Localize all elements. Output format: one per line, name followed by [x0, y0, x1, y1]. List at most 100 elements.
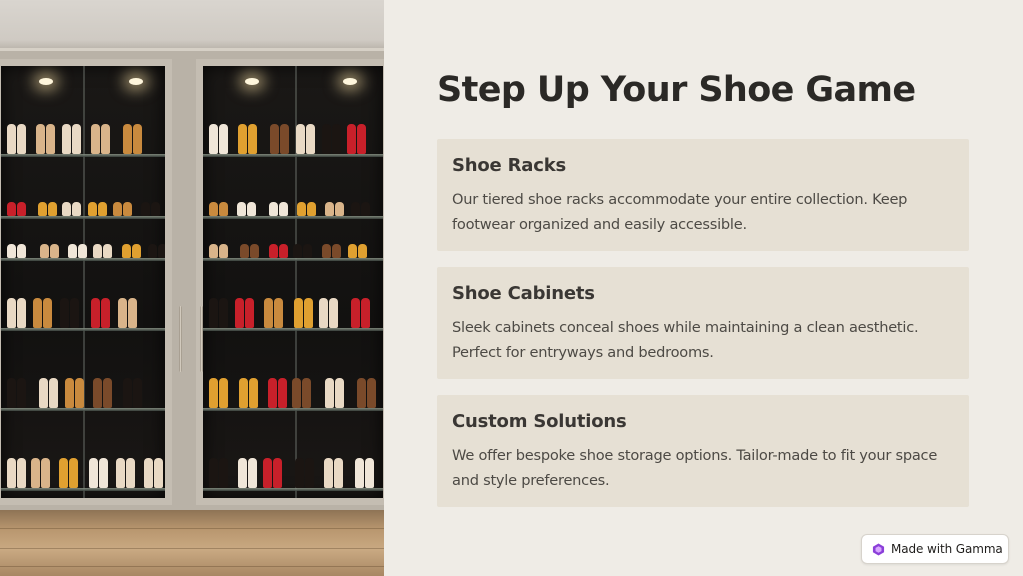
shoe: [319, 298, 328, 328]
shoe: [17, 298, 26, 328]
shoe: [78, 244, 87, 258]
shoe: [154, 458, 163, 488]
shoe: [118, 298, 127, 328]
ceiling-light: [39, 78, 53, 85]
shoe: [50, 244, 59, 258]
shoe: [264, 298, 273, 328]
ceiling-light: [129, 78, 143, 85]
shoe: [347, 124, 356, 154]
shoe: [17, 124, 26, 154]
shoe: [116, 458, 125, 488]
cabinet-door-right: [196, 59, 384, 505]
shoe: [75, 378, 84, 408]
shoe: [7, 298, 16, 328]
shoe: [280, 124, 289, 154]
shoe: [7, 202, 16, 216]
shoe: [351, 202, 360, 216]
shoe: [209, 202, 218, 216]
glass-shelf: [1, 408, 165, 411]
shoe: [361, 202, 370, 216]
card-custom-solutions: Custom Solutions We offer bespoke shoe s…: [437, 395, 969, 507]
shoe: [303, 244, 312, 258]
shoe: [68, 244, 77, 258]
shoe: [324, 458, 333, 488]
shoe: [335, 378, 344, 408]
shoe: [133, 378, 142, 408]
shoe: [7, 458, 16, 488]
shoe: [248, 458, 257, 488]
shoe: [278, 378, 287, 408]
door-handle-left: [179, 306, 182, 372]
shoe: [247, 202, 256, 216]
glass-shelf: [203, 328, 383, 331]
shoe: [219, 378, 228, 408]
shoe: [357, 378, 366, 408]
shoe: [332, 244, 341, 258]
made-with-gamma-badge[interactable]: Made with Gamma: [861, 534, 1009, 564]
glass-shelf: [203, 154, 383, 157]
glass-shelf: [203, 258, 383, 261]
shoe: [113, 202, 122, 216]
shoe: [91, 298, 100, 328]
shoe: [31, 458, 40, 488]
shoe: [268, 378, 277, 408]
shoe: [238, 124, 247, 154]
shoe: [123, 378, 132, 408]
card-title: Custom Solutions: [452, 411, 627, 432]
shoe: [38, 202, 47, 216]
shoe: [250, 244, 259, 258]
shoe: [158, 244, 165, 258]
shoe: [325, 378, 334, 408]
shoe: [279, 244, 288, 258]
cabinet-frame: [0, 48, 384, 510]
shoe: [72, 124, 81, 154]
shoe: [365, 458, 374, 488]
glass-shelf: [203, 488, 383, 491]
shoe: [128, 298, 137, 328]
shoe: [358, 244, 367, 258]
slide-title: Step Up Your Shoe Game: [437, 70, 916, 110]
card-shoe-cabinets: Shoe Cabinets Sleek cabinets conceal sho…: [437, 267, 969, 379]
shoe: [248, 124, 257, 154]
shoe: [297, 202, 306, 216]
shoe: [132, 244, 141, 258]
ceiling-light: [245, 78, 259, 85]
shoe: [219, 244, 228, 258]
shoe: [305, 458, 314, 488]
shoe: [141, 202, 150, 216]
shoe: [88, 202, 97, 216]
shoe: [7, 378, 16, 408]
shoe: [292, 378, 301, 408]
shoe: [93, 378, 102, 408]
shoe: [332, 124, 341, 154]
glass-shelf: [203, 216, 383, 219]
shoe: [17, 458, 26, 488]
shoe: [103, 378, 112, 408]
shoe: [219, 202, 228, 216]
shoe: [361, 298, 370, 328]
shoe: [17, 378, 26, 408]
badge-label: Made with Gamma: [891, 542, 1003, 556]
shoe: [133, 124, 142, 154]
shoe: [219, 458, 228, 488]
shoe: [237, 202, 246, 216]
shoe: [357, 124, 366, 154]
glass-shelf: [1, 258, 165, 261]
shoe: [49, 378, 58, 408]
shoe: [279, 202, 288, 216]
shoe: [101, 124, 110, 154]
shoe: [122, 244, 131, 258]
shoe: [306, 124, 315, 154]
shoe: [351, 298, 360, 328]
glass-shelf: [1, 488, 165, 491]
shoe: [334, 458, 343, 488]
shoe: [249, 378, 258, 408]
shoe: [7, 124, 16, 154]
door-handle-right: [200, 306, 203, 372]
shoe: [219, 124, 228, 154]
shoe: [322, 124, 331, 154]
gamma-logo-icon: [872, 542, 885, 556]
shoe: [70, 298, 79, 328]
shoe: [99, 458, 108, 488]
shoe: [144, 458, 153, 488]
